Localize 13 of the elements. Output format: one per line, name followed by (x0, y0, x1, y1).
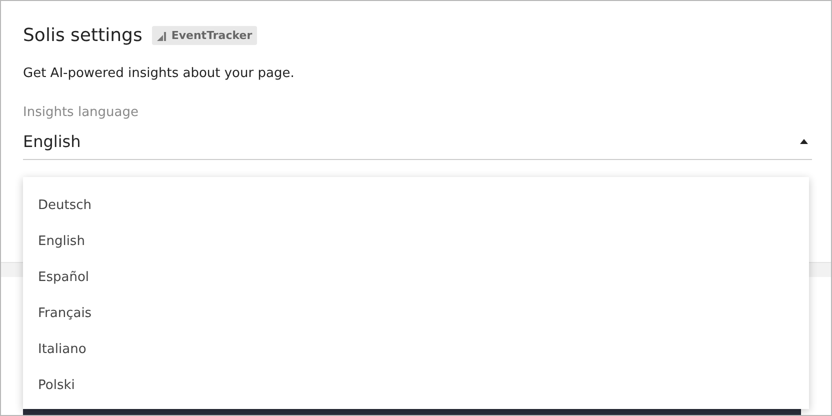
language-select[interactable]: English (23, 132, 812, 160)
language-option[interactable]: Polski (23, 367, 809, 403)
language-option[interactable]: Español (23, 259, 809, 295)
caret-icon (800, 139, 808, 144)
language-option[interactable]: Français (23, 295, 809, 331)
language-option[interactable]: Italiano (23, 331, 809, 367)
signal-bars-icon (157, 30, 168, 40)
badge-text: EventTracker (171, 29, 252, 42)
language-option[interactable]: Deutsch (23, 187, 809, 223)
field-label: Insights language (23, 105, 140, 120)
dialog-title: Solis settings (23, 25, 142, 46)
description: Get AI-powered insights about your page. (23, 66, 296, 81)
language-option[interactable]: English (23, 223, 809, 259)
